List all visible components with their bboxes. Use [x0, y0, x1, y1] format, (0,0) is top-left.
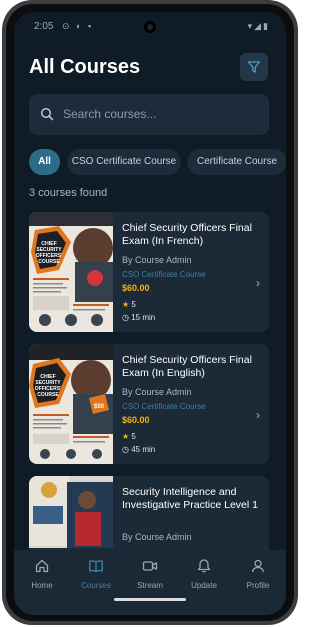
course-card[interactable]: CHIEF SECURITY OFFICERS' COURSE Chief Se…: [29, 212, 269, 332]
book-open-icon: [89, 560, 103, 573]
results-count: 3 courses found: [29, 187, 108, 199]
nav-courses[interactable]: Courses: [69, 558, 123, 598]
svg-text:COURSE: COURSE: [37, 392, 59, 398]
nav-courses-label: Courses: [81, 581, 111, 590]
rating-value: 5: [131, 300, 136, 309]
chevron-right-icon[interactable]: ›: [256, 408, 260, 422]
chip-cso-certificate-course[interactable]: CSO Certificate Course: [67, 149, 181, 175]
clock-icon: ◷: [122, 445, 129, 454]
course-rating: ★ 5: [122, 432, 136, 441]
rating-value: 5: [131, 432, 136, 441]
nav-home-label: Home: [31, 581, 53, 590]
course-price: $60.00: [122, 415, 150, 425]
course-card[interactable]: CHIEF SECURITY OFFICERS' COURSE $50 Chie…: [29, 344, 269, 464]
course-category: CSO Certificate Course: [122, 270, 206, 279]
notification-icons: ⊙ ◐ ▪: [62, 21, 94, 31]
course-price: $60.00: [122, 283, 150, 293]
nav-profile[interactable]: Profile: [231, 558, 285, 598]
clock-icon: ◷: [122, 313, 129, 322]
search-input[interactable]: Search courses...: [63, 107, 156, 121]
course-category: CSO Certificate Course: [122, 402, 206, 411]
nav-update-label: Update: [191, 581, 217, 590]
search-bar[interactable]: Search courses...: [29, 94, 269, 135]
course-title: Chief Security Officers Final Exam (In F…: [122, 222, 252, 247]
svg-text:COURSE: COURSE: [38, 259, 60, 265]
gesture-handle[interactable]: [114, 598, 186, 601]
duration-value: 45 min: [131, 445, 156, 454]
chevron-right-icon[interactable]: ›: [256, 276, 260, 290]
signal-battery-icons: ▾◢▮: [247, 21, 270, 31]
user-icon: [251, 559, 265, 573]
filter-button[interactable]: [240, 53, 268, 81]
course-duration: ◷ 15 min: [122, 313, 155, 322]
app-screen: 2:05 ⊙ ◐ ▪ ▾◢▮ All Courses Search course…: [14, 12, 286, 615]
duration-value: 15 min: [131, 313, 156, 322]
star-icon: ★: [122, 432, 130, 441]
video-camera-icon: [142, 561, 158, 571]
search-icon: [40, 107, 54, 121]
category-filter-chips: All CSO Certificate Course Certificate C…: [29, 149, 286, 175]
bell-icon: [197, 559, 211, 573]
chip-certificate-course[interactable]: Certificate Course: [187, 149, 286, 175]
chip-all[interactable]: All: [29, 149, 60, 175]
nav-stream[interactable]: Stream: [123, 558, 177, 598]
course-author: By Course Admin: [122, 532, 192, 542]
camera-cutout: [144, 21, 156, 33]
nav-home[interactable]: Home: [15, 558, 69, 598]
svg-text:$50: $50: [94, 404, 105, 410]
course-rating: ★ 5: [122, 300, 136, 309]
nav-stream-label: Stream: [137, 581, 163, 590]
course-author: By Course Admin: [122, 387, 192, 397]
course-author: By Course Admin: [122, 255, 192, 265]
star-icon: ★: [122, 300, 130, 309]
course-title: Chief Security Officers Final Exam (In E…: [122, 354, 252, 379]
course-thumbnail: CHIEF SECURITY OFFICERS' COURSE: [29, 212, 113, 332]
filter-icon: [247, 61, 261, 73]
status-time: 2:05: [34, 21, 54, 32]
course-thumbnail: CHIEF SECURITY OFFICERS' COURSE $50: [29, 344, 113, 464]
course-title: Security Intelligence and Investigative …: [122, 486, 258, 511]
status-bar: 2:05 ⊙ ◐ ▪ ▾◢▮: [14, 12, 286, 42]
nav-profile-label: Profile: [246, 581, 270, 590]
nav-update[interactable]: Update: [177, 558, 231, 598]
course-duration: ◷ 45 min: [122, 445, 155, 454]
home-icon: [35, 559, 49, 573]
page-title: All Courses: [29, 56, 141, 78]
bottom-navigation: Home Courses Stream Update Profile: [14, 550, 286, 615]
